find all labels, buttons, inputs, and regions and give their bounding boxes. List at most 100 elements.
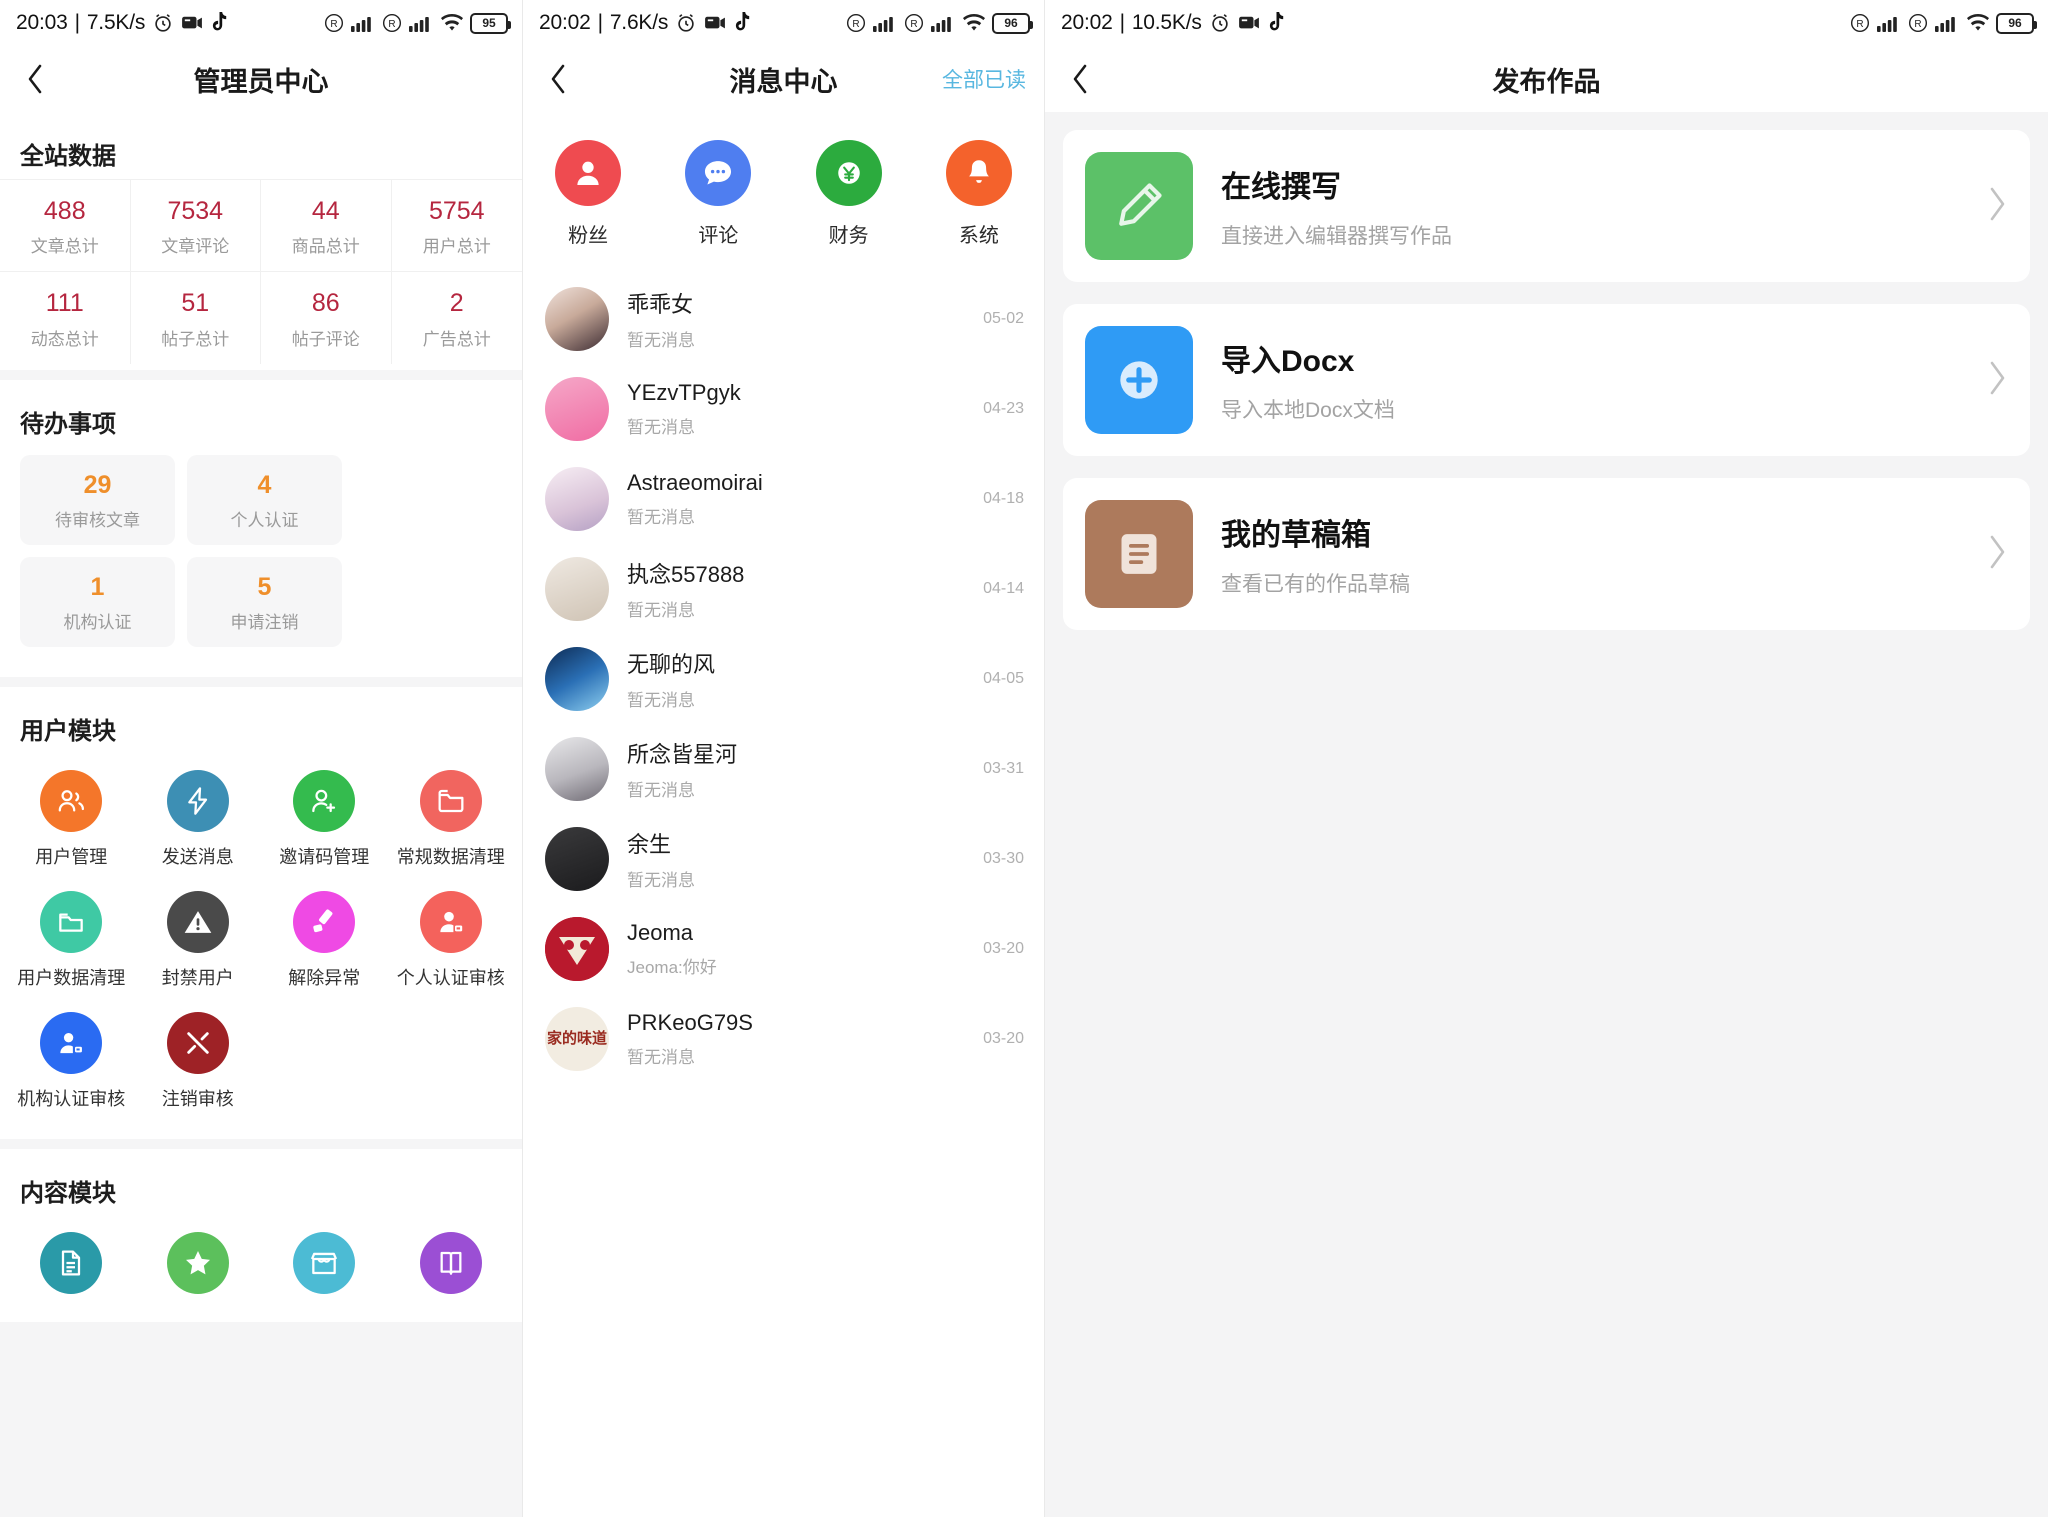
app-badge-icon (704, 14, 726, 32)
module-item-deregister-review[interactable]: 注销审核 (135, 1011, 262, 1111)
users-icon (40, 769, 103, 832)
message-item[interactable]: Astraeomoirai 暂无消息 04-18 (523, 454, 1044, 544)
action-card-import-docx[interactable]: 导入Docx 导入本地Docx文档 (1063, 304, 2030, 456)
module-item-general-data-clean[interactable]: 常规数据清理 (388, 769, 515, 869)
wifi-icon (440, 13, 464, 33)
avatar (545, 377, 609, 441)
message-item[interactable]: 乖乖女 暂无消息 05-02 (523, 274, 1044, 364)
registered-sim1-icon: R (846, 13, 866, 33)
category-finance[interactable]: 财务 (784, 140, 914, 248)
stat-value: 2 (449, 289, 464, 318)
stat-cell[interactable]: 2 广告总计 (392, 272, 523, 363)
panel-publish-work: 20:02 | 10.5K/s R R 96 发布作品 在线撰写 直接进入编辑器… (1044, 0, 2048, 1517)
avatar (545, 467, 609, 531)
stat-cell[interactable]: 488 文章总计 (0, 180, 131, 273)
comment-icon (685, 140, 752, 206)
battery-indicator: 96 (1996, 12, 2037, 34)
status-separator: | (597, 11, 603, 34)
stat-cell[interactable]: 7534 文章评论 (130, 180, 261, 273)
stat-label: 动态总计 (30, 329, 99, 349)
status-separator: | (74, 11, 80, 34)
todo-label: 个人认证 (230, 510, 299, 530)
status-right-1: R R 95 (324, 12, 511, 34)
action-title: 在线撰写 (1221, 171, 1341, 204)
module-item-invite-code[interactable]: 邀请码管理 (261, 769, 388, 869)
admin-scroll-area[interactable]: 全站数据 488 文章总计 7534 文章评论 44 商品总计 5754 用户总计 11… (0, 112, 522, 1517)
user-module-title: 用户模块 (20, 717, 116, 745)
action-desc: 导入本地Docx文档 (1221, 399, 1395, 422)
message-item[interactable]: 执念557888 暂无消息 04-14 (523, 544, 1044, 634)
mark-all-read-button[interactable]: 全部已读 (942, 64, 1026, 94)
avatar (545, 827, 609, 891)
id-badge-icon (40, 1011, 103, 1074)
todo-card: 待办事项 29 待审核文章 4 个人认证 1 机构认证 5 申请注销 (0, 379, 522, 677)
content-item-shop[interactable] (261, 1231, 388, 1294)
fan-user-icon (555, 140, 622, 206)
app-badge-icon (181, 14, 203, 32)
category-comments[interactable]: 评论 (653, 140, 783, 248)
back-button[interactable] (1063, 62, 1097, 96)
module-item-user-management[interactable]: 用户管理 (8, 769, 135, 869)
status-separator: | (1119, 11, 1125, 34)
todo-count: 1 (90, 572, 105, 601)
message-sender: Astraeomoirai (627, 470, 763, 495)
module-item-personal-cert-review[interactable]: 个人认证审核 (388, 890, 515, 990)
content-item-book[interactable] (388, 1231, 515, 1294)
todo-title: 待办事项 (20, 410, 116, 438)
warning-icon (166, 890, 229, 953)
message-item[interactable]: 所念皆星河 暂无消息 03-31 (523, 724, 1044, 814)
action-card-online-write[interactable]: 在线撰写 直接进入编辑器撰写作品 (1063, 130, 2030, 282)
category-system[interactable]: 系统 (914, 140, 1044, 248)
message-date: 04-18 (983, 490, 1024, 507)
message-list[interactable]: 乖乖女 暂无消息 05-02 YEzvTPgyk 暂无消息 04-23 Astr… (523, 274, 1044, 1084)
svg-text:R: R (910, 19, 917, 30)
module-item-user-data-clean[interactable]: 用户数据清理 (8, 890, 135, 990)
stat-value: 86 (311, 289, 340, 318)
stat-label: 商品总计 (291, 237, 360, 257)
message-item[interactable]: 余生 暂无消息 03-30 (523, 814, 1044, 904)
stat-cell[interactable]: 51 帖子总计 (131, 272, 261, 364)
message-item[interactable]: Jeoma Jeoma:你好 03-20 (523, 904, 1044, 994)
stat-cell[interactable]: 5754 用户总计 (391, 180, 522, 273)
action-text: 导入Docx 导入本地Docx文档 (1221, 336, 1986, 424)
message-body: 余生 暂无消息 (627, 827, 973, 891)
stat-cell[interactable]: 86 帖子评论 (261, 272, 392, 364)
message-item[interactable]: 家的味道 PRKeoG79S 暂无消息 03-20 (523, 994, 1044, 1084)
todo-item[interactable]: 5 申请注销 (187, 556, 342, 647)
message-preview: 暂无消息 (627, 871, 695, 890)
nav-bar-3: 发布作品 (1045, 46, 2048, 112)
message-item[interactable]: YEzvTPgyk 暂无消息 04-23 (523, 364, 1044, 454)
site-stats-title: 全站数据 (20, 143, 116, 170)
folder-open-icon (40, 890, 103, 953)
todo-item[interactable]: 1 机构认证 (20, 556, 175, 647)
folder-icon (419, 769, 482, 832)
signal-bars-2-icon (930, 13, 956, 33)
signal-bars-2-icon (1934, 13, 1960, 33)
back-button[interactable] (541, 62, 575, 96)
chevron-right-icon (1986, 533, 2008, 576)
module-item-org-cert-review[interactable]: 机构认证审核 (8, 1011, 135, 1111)
chevron-left-icon (1073, 64, 1087, 94)
stat-value: 111 (45, 289, 84, 318)
content-item-articles[interactable] (8, 1231, 135, 1294)
module-item-unlock-abnormal[interactable]: 解除异常 (261, 890, 388, 990)
module-item-ban-user[interactable]: 封禁用户 (135, 890, 262, 990)
message-item[interactable]: 无聊的风 暂无消息 04-05 (523, 634, 1044, 724)
wifi-icon (962, 13, 986, 33)
message-preview: 暂无消息 (627, 331, 695, 350)
status-netspeed: 7.5K/s (86, 11, 146, 34)
status-bar-3: 20:02 | 10.5K/s R R 96 (1045, 0, 2048, 46)
action-desc: 查看已有的作品草稿 (1221, 573, 1410, 596)
stat-cell[interactable]: 111 动态总计 (0, 272, 131, 364)
alarm-icon (1209, 12, 1231, 34)
back-button[interactable] (18, 62, 52, 96)
module-item-send-message[interactable]: 发送消息 (135, 769, 262, 869)
stat-cell[interactable]: 44 商品总计 (261, 180, 392, 273)
category-label: 财务 (828, 225, 869, 247)
message-preview: 暂无消息 (627, 691, 695, 710)
todo-item[interactable]: 29 待审核文章 (20, 454, 175, 545)
todo-item[interactable]: 4 个人认证 (187, 454, 342, 545)
action-card-my-drafts[interactable]: 我的草稿箱 查看已有的作品草稿 (1063, 478, 2030, 630)
content-item-favorites[interactable] (135, 1231, 262, 1294)
category-fans[interactable]: 粉丝 (523, 140, 653, 248)
